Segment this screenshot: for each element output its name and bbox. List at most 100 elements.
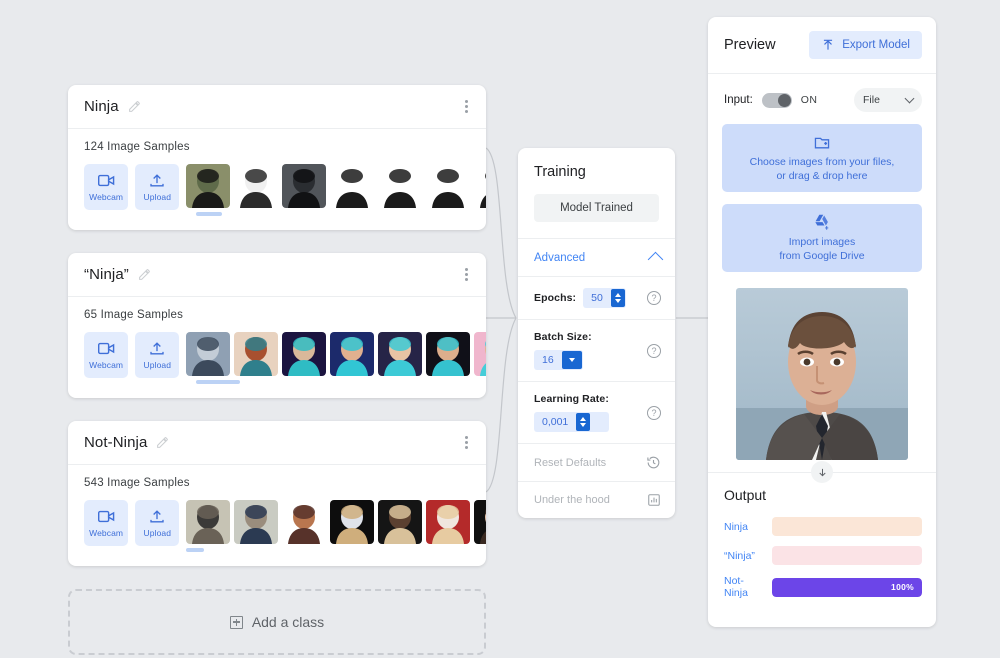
learning-rate-field[interactable]: 0,001 — [534, 412, 609, 432]
sample-thumbnail[interactable] — [474, 164, 486, 208]
sample-thumbnail[interactable] — [426, 332, 471, 376]
sample-thumbnail[interactable] — [282, 332, 327, 376]
upload-button[interactable]: Upload — [135, 164, 180, 210]
class-name: Ninja — [84, 98, 119, 115]
sample-thumbnail[interactable] — [234, 164, 279, 208]
google-drive-import[interactable]: Import images from Google Drive — [722, 204, 922, 272]
sample-thumbnail[interactable] — [330, 332, 375, 376]
sample-thumbnail[interactable] — [234, 500, 279, 544]
under-the-hood-button[interactable]: Under the hood — [534, 493, 661, 507]
webcam-icon — [97, 510, 114, 522]
history-icon — [647, 456, 660, 469]
class-menu-button[interactable] — [461, 432, 472, 453]
batch-size-dropdown[interactable] — [561, 351, 582, 369]
pencil-icon[interactable] — [138, 268, 151, 281]
class-card-body: 543 Image Samples Webcam Upload — [68, 465, 486, 566]
advanced-toggle[interactable]: Advanced — [534, 250, 664, 268]
output-label: Ninja — [724, 520, 748, 533]
export-icon — [824, 39, 833, 50]
sample-count: 124 Image Samples — [84, 141, 190, 153]
export-model-button[interactable]: Export Model — [809, 31, 922, 59]
epochs-stepper[interactable] — [610, 289, 625, 307]
upload-label: Upload — [143, 359, 172, 370]
sample-count: 543 Image Samples — [84, 477, 190, 489]
caret-down-icon — [614, 299, 621, 303]
google-drive-icon — [815, 214, 829, 230]
upload-button[interactable]: Upload — [135, 332, 180, 378]
preview-header: Preview Export Model — [708, 17, 936, 74]
sample-thumbnail[interactable] — [378, 164, 423, 208]
webcam-button[interactable]: Webcam — [84, 164, 129, 210]
sample-thumbnail[interactable] — [426, 164, 471, 208]
thumbnail-strip[interactable] — [186, 332, 486, 384]
sample-thumbnail[interactable] — [330, 164, 375, 208]
thumbnail-strip[interactable] — [186, 164, 486, 216]
choose-files-dropzone[interactable]: Choose images from your files, or drag &… — [722, 124, 922, 192]
folder-add-icon — [814, 137, 830, 148]
export-model-label: Export Model — [842, 39, 910, 51]
webcam-icon — [97, 174, 114, 186]
epochs-help-icon[interactable]: ? — [647, 291, 661, 305]
caret-down-icon — [580, 423, 587, 427]
webcam-label: Webcam — [89, 191, 124, 202]
pencil-icon[interactable] — [156, 436, 169, 449]
upload-button[interactable]: Upload — [135, 500, 180, 546]
sample-thumbnail[interactable] — [282, 500, 327, 544]
batch-size-section: Batch Size: 16 ? — [518, 319, 675, 381]
input-toggle[interactable] — [761, 92, 792, 108]
model-trained-button[interactable]: Model Trained — [534, 194, 659, 222]
output-bar: 100% — [772, 577, 922, 597]
learning-rate-stepper[interactable] — [576, 413, 591, 431]
output-label-line2: Ninja — [724, 587, 748, 599]
webcam-label: Webcam — [89, 527, 124, 538]
thumbnail-strip[interactable] — [186, 500, 486, 552]
batch-size-field[interactable]: 16 — [534, 350, 583, 370]
epochs-section: Epochs: 50 ? — [518, 276, 675, 319]
epochs-field[interactable]: 50 — [583, 288, 626, 308]
thumbnail-scrollbar[interactable] — [196, 212, 223, 216]
reset-defaults-button[interactable]: Reset Defaults — [534, 455, 661, 470]
class-card-header: Not-Ninja — [68, 421, 486, 465]
input-source-select[interactable]: File — [854, 88, 922, 112]
webcam-button[interactable]: Webcam — [84, 332, 129, 378]
class-menu-button[interactable] — [461, 96, 472, 117]
output-bar — [772, 517, 922, 536]
input-row: Input: ON File — [708, 74, 936, 124]
sample-thumbnail[interactable] — [426, 500, 471, 544]
output-label-line1: Not- — [724, 575, 744, 587]
output-row: Not- Ninja 100% — [724, 575, 922, 599]
output-divider — [708, 461, 936, 483]
sample-thumbnail[interactable] — [474, 332, 486, 376]
class-card: “Ninja” 65 Image Samples Webcam Upload — [68, 253, 486, 398]
sample-thumbnail[interactable] — [186, 332, 231, 376]
sample-thumbnail[interactable] — [186, 164, 231, 208]
choose-files-line2: or drag & drop here — [776, 169, 868, 182]
sample-thumbnail[interactable] — [474, 500, 486, 544]
batch-size-help-icon[interactable]: ? — [647, 343, 661, 358]
advanced-label: Advanced — [534, 251, 586, 264]
upload-icon — [150, 341, 164, 354]
pencil-icon[interactable] — [128, 100, 141, 113]
sample-thumbnail[interactable] — [378, 332, 423, 376]
app-canvas: Ninja 124 Image Samples Webcam Upload “N… — [0, 0, 1000, 658]
training-title: Training — [534, 164, 586, 180]
learning-rate-help-icon[interactable]: ? — [647, 405, 661, 420]
thumbnail-scrollbar[interactable] — [186, 548, 205, 552]
drive-line1: Import images — [788, 236, 856, 248]
class-menu-button[interactable] — [461, 264, 472, 285]
sample-thumbnail[interactable] — [234, 332, 279, 376]
sample-thumbnail[interactable] — [378, 500, 423, 544]
preview-image — [736, 288, 908, 460]
preview-title: Preview — [724, 37, 776, 53]
sample-thumbnail[interactable] — [330, 500, 375, 544]
caret-up-icon — [614, 293, 621, 297]
sample-thumbnail[interactable] — [282, 164, 327, 208]
under-the-hood-label: Under the hood — [534, 494, 610, 506]
output-percent: 100% — [891, 582, 914, 592]
add-class-button[interactable]: Add a class — [68, 589, 486, 655]
sample-thumbnail[interactable] — [186, 500, 231, 544]
choose-files-line1: Choose images from your files, — [749, 155, 895, 168]
batch-size-label: Batch Size: — [534, 331, 592, 343]
thumbnail-scrollbar[interactable] — [196, 380, 241, 384]
webcam-button[interactable]: Webcam — [84, 500, 129, 546]
